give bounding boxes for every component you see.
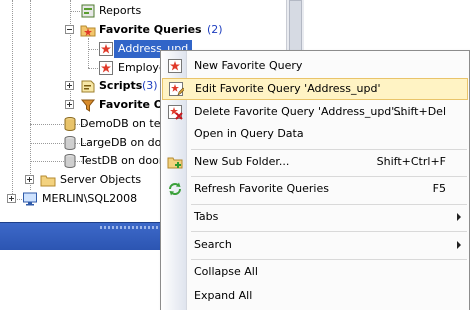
database-icon [64,136,76,151]
tree-item-label: Reports [99,4,142,17]
menu-item-shortcut: F5 [432,182,446,195]
menu-item-shortcut: Shift+Ctrl+F [376,155,446,168]
menu-item-label: Tabs [194,210,219,223]
tree-item-label: TestDB on door [80,154,164,167]
submenu-arrow-icon [457,241,461,249]
context-menu: New Favorite Query Edit Favorite Query '… [160,50,470,310]
menu-item-label: New Favorite Query [194,59,303,72]
menu-item-expand-all[interactable]: Expand All [162,285,468,307]
menu-item-shortcut: Shift+Del [393,105,446,118]
favorite-query-icon [99,61,113,75]
menu-item-new-favorite-query[interactable]: New Favorite Query [162,55,468,77]
menu-separator [191,204,467,205]
expand-toggle-icon[interactable] [7,194,16,203]
collapse-toggle-icon[interactable] [65,25,74,34]
edit-favorite-query-icon [169,82,184,96]
menu-separator [191,231,467,232]
database-icon [64,117,76,132]
menu-item-search[interactable]: Search [162,234,468,256]
menu-item-open-in-query-data[interactable]: Open in Query Data [162,123,468,145]
tree-item-label: MERLIN\SQL2008 [42,192,138,205]
expand-toggle-icon[interactable] [65,100,74,109]
database-icon [64,154,76,169]
splitter-grip[interactable] [100,226,160,229]
tree-item-label: LargeDB on door [80,136,173,149]
menu-separator [191,176,467,177]
menu-item-edit-favorite-query[interactable]: Edit Favorite Query 'Address_upd' [162,78,468,100]
menu-item-label: Delete Favorite Query 'Address_upd'... [194,105,405,118]
scripts-icon [81,80,95,93]
menu-item-collapse-all[interactable]: Collapse All [162,261,468,283]
menu-item-label: Edit Favorite Query 'Address_upd' [195,82,381,95]
expand-toggle-icon[interactable] [25,175,34,184]
menu-item-label: Open in Query Data [194,127,304,140]
menu-item-label: Expand All [194,289,253,302]
tree-item-count: (3) [142,79,158,92]
expand-toggle-icon[interactable] [65,81,74,90]
menu-separator [191,149,467,150]
menu-item-new-sub-folder[interactable]: New Sub Folder... Shift+Ctrl+F [162,151,468,173]
menu-item-label: New Sub Folder... [194,155,290,168]
tree-item-count: (2) [207,23,223,36]
server-monitor-icon [23,192,37,206]
reports-icon [81,4,95,18]
favorites-folder-icon [80,25,96,37]
tree-item-reports[interactable]: Reports [0,2,286,20]
menu-item-label: Refresh Favorite Queries [194,182,329,195]
tree-item-favorite-queries[interactable]: Favorite Queries (2) [0,21,286,39]
new-folder-icon [167,157,183,169]
refresh-icon [169,182,181,196]
menu-separator [191,259,467,260]
menu-item-label: Search [194,238,232,251]
tree-item-label: Server Objects [60,173,142,186]
filter-icon [80,99,96,112]
menu-item-label: Collapse All [194,265,258,278]
folder-icon [40,175,56,187]
menu-item-refresh-favorite-queries[interactable]: Refresh Favorite Queries F5 [162,178,468,200]
submenu-arrow-icon [457,213,461,221]
tree-item-label: Favorite Queries [99,23,202,36]
new-favorite-query-icon [168,59,182,73]
menu-item-delete-favorite-query[interactable]: Delete Favorite Query 'Address_upd'... S… [162,101,468,123]
tree-item-label: Scripts [99,79,143,92]
favorite-query-icon [99,42,113,56]
menu-item-tabs[interactable]: Tabs [162,206,468,228]
delete-favorite-query-icon [168,105,183,120]
